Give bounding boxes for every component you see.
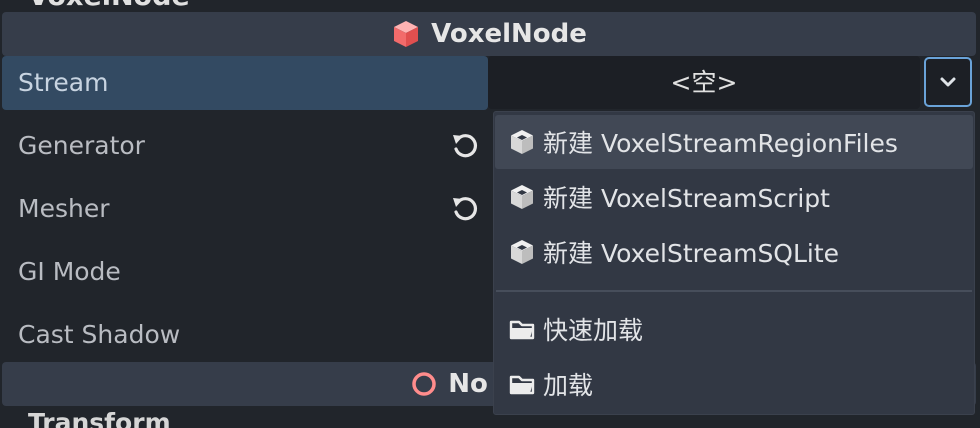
section-header-voxelnode[interactable]: VoxelNode [2,12,976,56]
property-label: Stream [18,68,109,97]
stream-dropdown-button[interactable] [924,57,972,107]
revert-icon[interactable] [450,131,480,161]
stream-resource-picker[interactable]: <空> [488,56,920,109]
menu-item-new-voxelstreamscript[interactable]: 新建 VoxelStreamScript [495,170,973,224]
menu-item-new-voxelstreamsqlite[interactable]: 新建 VoxelStreamSQLite [495,225,973,279]
node-circle-icon [412,372,436,396]
resource-cube-icon [511,185,533,209]
property-row-mesher[interactable]: Mesher [0,182,490,236]
menu-item-new-voxelstreamregionfiles[interactable]: 新建 VoxelStreamRegionFiles [495,115,973,169]
stream-value-text: <空> [670,68,738,97]
revert-icon[interactable] [450,194,480,224]
property-row-gi-mode[interactable]: GI Mode [0,245,490,299]
property-row-cast-shadow[interactable]: Cast Shadow [0,308,490,362]
cut-off-section-label: VoxelNode [28,0,190,10]
resource-popup-menu: 新建 VoxelStreamRegionFiles 新建 VoxelStream… [493,111,975,415]
section-title: No [448,369,488,399]
property-label: Cast Shadow [18,320,181,349]
property-label: Mesher [18,194,110,223]
menu-item-label: 快速加载 [543,316,644,345]
menu-item-quick-load[interactable]: 快速加载 [495,302,973,356]
menu-item-label: 新建 VoxelStreamRegionFiles [543,129,898,158]
property-label: GI Mode [18,257,121,286]
cut-off-section-header: Transform [28,408,328,428]
cut-off-section-header: VoxelNode [0,0,980,10]
property-row-stream[interactable]: Stream [2,56,488,110]
menu-item-load[interactable]: 加载 [495,357,973,411]
section-title: VoxelNode [431,19,587,49]
menu-item-label: 加载 [543,371,594,400]
resource-cube-icon [511,240,533,264]
menu-separator [496,290,972,292]
chevron-down-icon [940,77,956,87]
folder-icon [509,320,535,340]
folder-icon [509,375,535,395]
cut-off-section-label: Transform [28,408,171,428]
property-label: Generator [18,131,145,160]
menu-item-label: 新建 VoxelStreamSQLite [543,239,840,268]
voxelnode-cube-icon [394,21,419,47]
menu-item-label: 新建 VoxelStreamScript [543,184,830,213]
resource-cube-icon [511,130,533,154]
property-row-generator[interactable]: Generator [0,119,490,173]
